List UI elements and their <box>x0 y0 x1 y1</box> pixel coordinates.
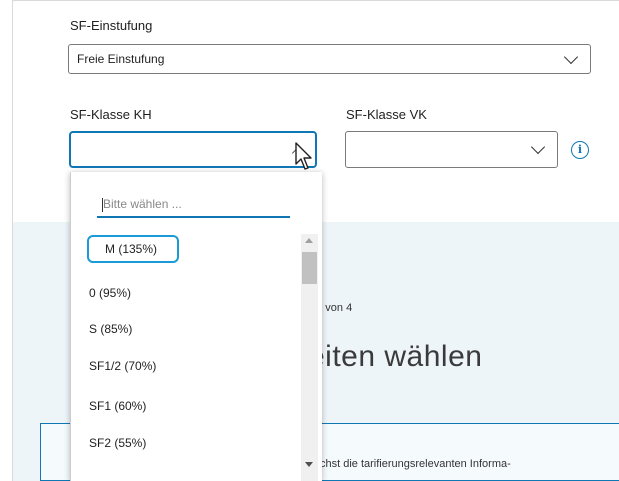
dropdown-option[interactable]: M (135%) <box>87 235 179 263</box>
chevron-down-icon <box>563 49 579 65</box>
einstufung-value: Freie Einstufung <box>77 52 165 66</box>
info-box-text: chst die tarifierungsrelevanten Informa- <box>320 458 511 470</box>
info-icon[interactable]: i <box>571 141 589 159</box>
step-headline: eiten wählen <box>308 340 483 373</box>
kh-label: SF-Klasse KH <box>70 107 152 122</box>
dropdown-option[interactable]: SF1 (60%) <box>89 399 146 413</box>
scroll-up-arrow-icon[interactable] <box>305 238 313 243</box>
einstufung-select[interactable]: Freie Einstufung <box>68 44 591 74</box>
einstufung-label: SF-Einstufung <box>70 18 153 33</box>
kh-select[interactable] <box>69 131 317 168</box>
dropdown-option[interactable]: 0 (95%) <box>89 286 131 300</box>
dropdown-option[interactable]: S (85%) <box>89 322 132 336</box>
dropdown-option[interactable]: SF2 (55%) <box>89 436 146 450</box>
mouse-pointer-icon <box>295 142 312 170</box>
vk-select[interactable] <box>345 131 558 168</box>
scrollbar-thumb[interactable] <box>302 252 317 284</box>
kh-dropdown-panel: Bitte wählen ... M (135%) 0 (95%) S (85%… <box>70 172 322 481</box>
vk-label: SF-Klasse VK <box>346 107 427 122</box>
dropdown-search-placeholder: Bitte wählen ... <box>103 197 182 211</box>
dropdown-search-input[interactable]: Bitte wählen ... <box>97 194 290 218</box>
chevron-down-icon <box>530 139 546 155</box>
dropdown-option[interactable]: SF1/2 (70%) <box>89 359 156 373</box>
scroll-down-arrow-icon[interactable] <box>305 462 313 467</box>
frame-top-border <box>12 0 619 1</box>
